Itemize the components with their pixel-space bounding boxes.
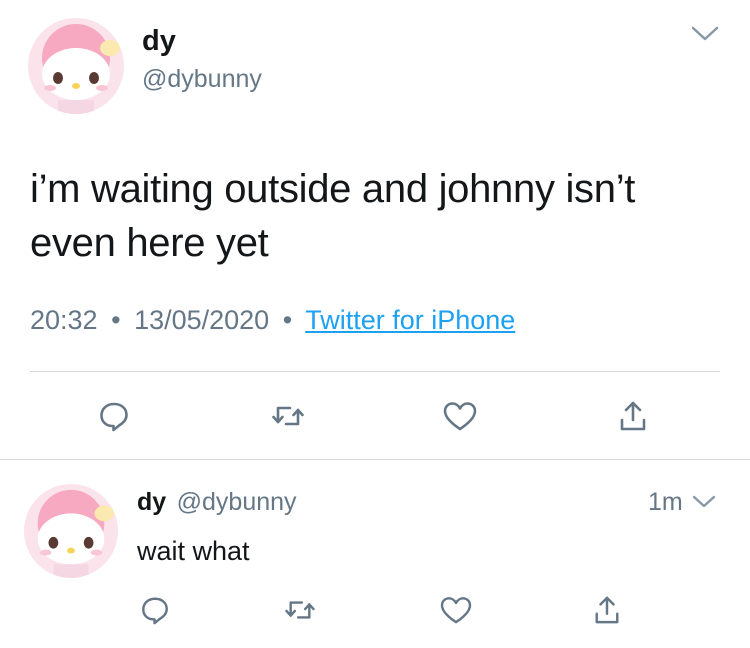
avatar[interactable] [28, 18, 124, 114]
reply-like-button[interactable] [438, 592, 474, 628]
meta-separator: • [111, 305, 121, 335]
reply-icon [100, 402, 128, 432]
reply-menu-chevron-down-icon[interactable] [690, 492, 718, 512]
meta-separator: • [282, 305, 293, 335]
share-icon [620, 401, 646, 431]
tweet-date: 13/05/2020 [134, 305, 270, 335]
tweet-meta: 20:32 • 13/05/2020 • Twitter for iPhone [30, 303, 515, 337]
author-name[interactable]: dy [142, 24, 176, 58]
retweet-button[interactable] [268, 396, 308, 436]
reply-header: dy @dybunny [137, 486, 297, 522]
tweet-source-link[interactable]: Twitter for iPhone [305, 305, 515, 335]
reply-elapsed-time: 1m [648, 488, 683, 516]
reply-icon [142, 597, 168, 625]
reply-share-button[interactable] [589, 592, 625, 628]
heart-icon [440, 597, 472, 624]
tweet-menu-chevron-down-icon[interactable] [689, 22, 721, 44]
reply-retweet-button[interactable] [282, 592, 318, 628]
retweet-icon [272, 406, 304, 426]
divider [30, 371, 720, 372]
reply-button[interactable] [94, 396, 134, 436]
heart-icon [443, 402, 477, 431]
like-button[interactable] [440, 396, 480, 436]
reply-author-handle[interactable]: @dybunny [177, 488, 297, 516]
tweet-time: 20:32 [30, 305, 98, 335]
reply-text: wait what [137, 536, 250, 566]
retweet-icon [285, 601, 315, 619]
tweet-text: i’m waiting outside and johnny isn’t eve… [30, 167, 636, 265]
divider [0, 459, 750, 460]
reply-avatar[interactable] [24, 484, 118, 578]
share-button[interactable] [613, 396, 653, 436]
reply-reply-button[interactable] [137, 592, 173, 628]
reply-author-name[interactable]: dy [137, 488, 166, 516]
author-handle[interactable]: @dybunny [142, 64, 262, 94]
share-icon [595, 596, 619, 624]
